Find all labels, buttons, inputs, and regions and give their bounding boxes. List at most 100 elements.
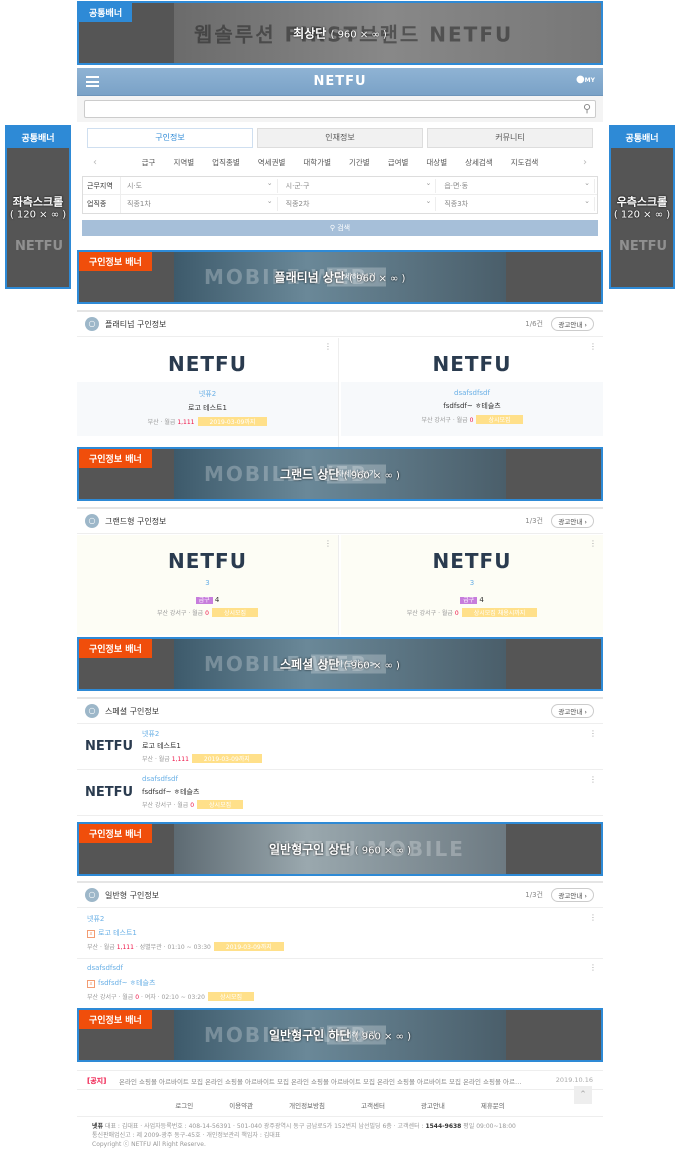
tab-talent[interactable]: 인재정보 <box>257 128 423 148</box>
category-item[interactable]: 상세검색 <box>456 154 502 172</box>
banner-art-text: NETFU <box>619 239 668 254</box>
job-title[interactable]: fsdfsdf~ ㅎ테슬츠 <box>341 401 603 411</box>
ad-info-button[interactable]: 광고안내 › <box>551 888 594 902</box>
banner-tag: 공통배너 <box>79 3 133 22</box>
job-row[interactable]: ⋮ NETFU dsafsdfsdf fsdfsdf~ ㅎ테슬츠 부산 강서구 … <box>77 771 603 816</box>
right-scroll-banner[interactable]: 공통배너 NETFU 우측스크롤( 120 × ∞ ) <box>609 125 675 289</box>
company-name[interactable]: 넷퓨2 <box>77 389 338 399</box>
grand-top-banner[interactable]: MOBILE WEB 자세히 보기 구인정보 배너 그랜드 상단 ( 960 × … <box>77 447 603 501</box>
platinum-top-banner[interactable]: MOBILE WEB 자세히 보기 구인정보 배너 플래티넘 상단 ( 960 ×… <box>77 250 603 304</box>
footer-link[interactable]: 제휴문의 <box>463 1097 523 1116</box>
job-title[interactable]: x 로고 테스트1 <box>87 928 137 938</box>
job-title[interactable]: 로고 테스트1 <box>142 741 181 751</box>
page-count: 1/3건 <box>525 517 543 525</box>
footer-link[interactable]: 광고안내 <box>403 1097 463 1116</box>
region-select-2[interactable]: 시·군·구 <box>282 176 437 193</box>
notice-bar: [공지] 온라인 쇼핑몰 아르바이트 모집 온라인 쇼핑몰 아르바이트 모집 온… <box>77 1070 603 1090</box>
ad-info-button[interactable]: 광고안내 › <box>551 514 594 528</box>
footer-link[interactable]: 고객센터 <box>343 1097 403 1116</box>
search-input[interactable] <box>84 100 596 118</box>
job-title[interactable]: 급구 4 <box>341 595 603 604</box>
job-card[interactable]: ⋮ NETFU 넷퓨2 로고 테스트1 부산 · 월급 1,111 2019-03… <box>77 338 339 448</box>
prev-arrow-icon[interactable]: ‹ <box>84 154 106 172</box>
job-info: 부산 강서구 · 월급 0 상시모집 <box>341 415 603 424</box>
company-name[interactable]: dsafsdfsdf <box>142 775 178 783</box>
company-name[interactable]: 3 <box>341 579 603 587</box>
job-row[interactable]: ⋮ 넷퓨2 x 로고 테스트1 부산 · 월급 1,111 · 성별무관 · 01… <box>77 909 603 959</box>
category-item[interactable]: 급여별 <box>379 154 418 172</box>
job-title[interactable]: x fsdfsdf~ ㅎ테슬츠 <box>87 978 155 988</box>
company-name[interactable]: dsafsdfsdf <box>87 964 123 972</box>
company-logo: NETFU <box>85 739 134 754</box>
region-select-3[interactable]: 읍·면·동 <box>440 176 596 193</box>
job-title[interactable]: 로고 테스트1 <box>77 403 338 413</box>
top-common-banner[interactable]: 웹솔루션 FIRST브랜드 NETFU 공통배너 최상단 ( 960 × ∞ ) <box>77 1 603 65</box>
job-select-2[interactable]: 직종2차 <box>282 194 437 211</box>
banner-caption: 일반형구인 상단 ( 960 × ∞ ) <box>269 842 411 857</box>
category-item[interactable]: 역세권별 <box>249 154 295 172</box>
my-page-icon[interactable]: ●MY <box>576 74 595 85</box>
category-item[interactable]: 기간별 <box>340 154 379 172</box>
job-select-1[interactable]: 직종1차 <box>123 194 278 211</box>
search-button[interactable]: ⚲ 검색 <box>82 220 598 236</box>
filter-label: 업직종 <box>83 195 121 213</box>
next-arrow-icon[interactable]: › <box>574 154 596 172</box>
general-top-banner[interactable]: NETFU MOBILE 구인정보 배너 일반형구인 상단 ( 960 × ∞ … <box>77 822 603 876</box>
section-icon: ○ <box>85 888 99 902</box>
banner-caption: 일반형구인 하단 ( 960 × ∞ ) <box>269 1028 411 1043</box>
tab-jobs[interactable]: 구인정보 <box>87 128 253 148</box>
banner-art-text: NETFU <box>15 239 64 254</box>
category-item[interactable]: 대상별 <box>417 154 456 172</box>
special-top-banner[interactable]: MOBILE WEB 자세히 보기 >> 구인정보 배너 스페셜 상단 ( 960… <box>77 637 603 691</box>
job-card[interactable]: ⋮ NETFU dsafsdfsdf fsdfsdf~ ㅎ테슬츠 부산 강서구 … <box>341 338 603 448</box>
more-icon[interactable]: ⋮ <box>589 775 597 784</box>
category-item[interactable]: 급구 <box>133 154 165 172</box>
category-item[interactable]: 대학가별 <box>294 154 340 172</box>
section-icon: ○ <box>85 514 99 528</box>
company-name[interactable]: 넷퓨2 <box>142 729 159 739</box>
ad-info-button[interactable]: 광고안내 › <box>551 317 594 331</box>
category-item[interactable]: 업직종별 <box>203 154 249 172</box>
main-tabs: 구인정보 인재정보 커뮤니티 <box>87 128 593 148</box>
job-info: 부산 · 월급 1,111 2019-03-09까지 <box>77 417 338 426</box>
job-row[interactable]: ⋮ dsafsdfsdf x fsdfsdf~ ㅎ테슬츠 부산 강서구 · 월급 … <box>77 959 603 1009</box>
search-icon[interactable]: ⚲ <box>583 102 591 115</box>
more-icon[interactable]: ⋮ <box>589 963 597 972</box>
job-select-3[interactable]: 직종3차 <box>440 194 596 211</box>
site-logo[interactable]: NETFU <box>77 74 603 89</box>
more-icon[interactable]: ⋮ <box>324 539 332 548</box>
region-select-1[interactable]: 시·도 <box>123 176 278 193</box>
job-info: 부산 강서구 · 월급 0 상시모집 <box>142 800 244 809</box>
left-scroll-banner[interactable]: 공통배너 NETFU 좌측스크롤( 120 × ∞ ) <box>5 125 71 289</box>
tab-community[interactable]: 커뮤니티 <box>427 128 593 148</box>
banner-caption: 스페셜 상단 ( 960 × ∞ ) <box>280 657 400 672</box>
company-logo: NETFU <box>85 785 134 800</box>
more-icon[interactable]: ⋮ <box>324 342 332 351</box>
notice-text[interactable]: 온라인 쇼핑몰 아르바이트 모집 온라인 쇼핑몰 아르바이트 모집 온라인 쇼핑… <box>119 1076 549 1086</box>
footer-link[interactable]: 개인정보방침 <box>271 1097 343 1116</box>
company-logo: NETFU <box>168 352 247 376</box>
notice-label: [공지] <box>87 1077 107 1085</box>
job-title[interactable]: 급구 4 <box>77 595 338 604</box>
footer-link[interactable]: 로그인 <box>157 1097 211 1116</box>
more-icon[interactable]: ⋮ <box>589 539 597 548</box>
company-logo: NETFU <box>168 549 247 573</box>
special-section: ○ 스페셜 구인정보 광고안내 › ⋮ NETFU 넷퓨2 로고 테스트1 부산… <box>77 697 603 819</box>
category-item[interactable]: 지도검색 <box>502 154 548 172</box>
more-icon[interactable]: ⋮ <box>589 729 597 738</box>
more-icon[interactable]: ⋮ <box>589 342 597 351</box>
ad-info-button[interactable]: 광고안내 › <box>551 704 594 718</box>
company-name[interactable]: 넷퓨2 <box>87 914 104 924</box>
footer-link[interactable]: 이용약관 <box>211 1097 271 1116</box>
job-row[interactable]: ⋮ NETFU 넷퓨2 로고 테스트1 부산 · 월급 1,111 2019-03… <box>77 725 603 770</box>
general-bottom-banner[interactable]: MOBILE WEB 자세히 보기 구인정보 배너 일반형구인 하단 ( 960 … <box>77 1008 603 1062</box>
job-title[interactable]: fsdfsdf~ ㅎ테슬츠 <box>142 787 199 797</box>
job-info: 부산 강서구 · 월급 0 상시모집 채용시까지 <box>341 608 603 617</box>
search-filter: 근무지역 시·도 시·군·구 읍·면·동 업직종 직종1차 직종2차 직종3차 <box>82 176 598 214</box>
company-name[interactable]: 3 <box>77 579 338 587</box>
company-name[interactable]: dsafsdfsdf <box>341 389 603 397</box>
job-card[interactable]: ⋮ NETFU 3 급구 4 부산 강서구 · 월급 0 상시모집 채용시까지 <box>341 535 603 635</box>
category-item[interactable]: 지역별 <box>164 154 203 172</box>
job-card[interactable]: ⋮ NETFU 3 급구 4 부산 강서구 · 월급 0 상시모집 <box>77 535 339 635</box>
more-icon[interactable]: ⋮ <box>589 913 597 922</box>
